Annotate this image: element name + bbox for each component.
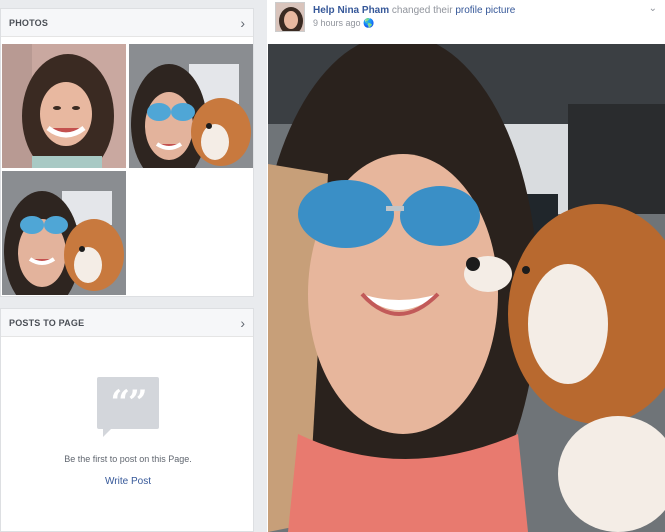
author-link[interactable]: Help Nina Pham [313,5,389,16]
post-story: Help Nina Pham changed their profile pic… [267,0,665,532]
photo-thumbnail[interactable] [129,44,253,168]
globe-icon: 🌎 [363,18,375,28]
post-header: Help Nina Pham changed their profile pic… [267,0,665,44]
photos-card: PHOTOS › [0,8,254,297]
write-post-link[interactable]: Write Post [1,476,255,487]
post-activity-line: Help Nina Pham changed their profile pic… [313,5,515,16]
photo-grid [1,42,255,298]
photo-thumbnail[interactable] [2,171,126,295]
posts-title: POSTS TO PAGE [9,317,85,328]
posts-to-page-card: POSTS TO PAGE › “” Be the first to post … [0,308,254,532]
chevron-down-icon[interactable]: ⌄ [649,3,657,14]
photo-thumbnail[interactable] [2,44,126,168]
post-action: changed their [391,5,453,16]
posts-header[interactable]: POSTS TO PAGE › [1,309,253,337]
left-column: PHOTOS › POSTS TO PAGE › “” Be the first… [0,0,256,532]
post-time: 9 hours ago 🌎 [313,18,374,29]
photos-title: PHOTOS [9,17,49,28]
empty-posts-text: Be the first to post on this Page. [64,454,192,464]
timestamp[interactable]: 9 hours ago [313,18,361,28]
chevron-right-icon[interactable]: › [240,16,245,30]
avatar[interactable] [275,2,305,32]
quote-icon: “” [97,377,159,437]
profile-picture-photo[interactable] [268,44,665,532]
chevron-right-icon[interactable]: › [240,316,245,330]
photos-header[interactable]: PHOTOS › [1,9,253,37]
profile-picture-link[interactable]: profile picture [455,5,515,16]
